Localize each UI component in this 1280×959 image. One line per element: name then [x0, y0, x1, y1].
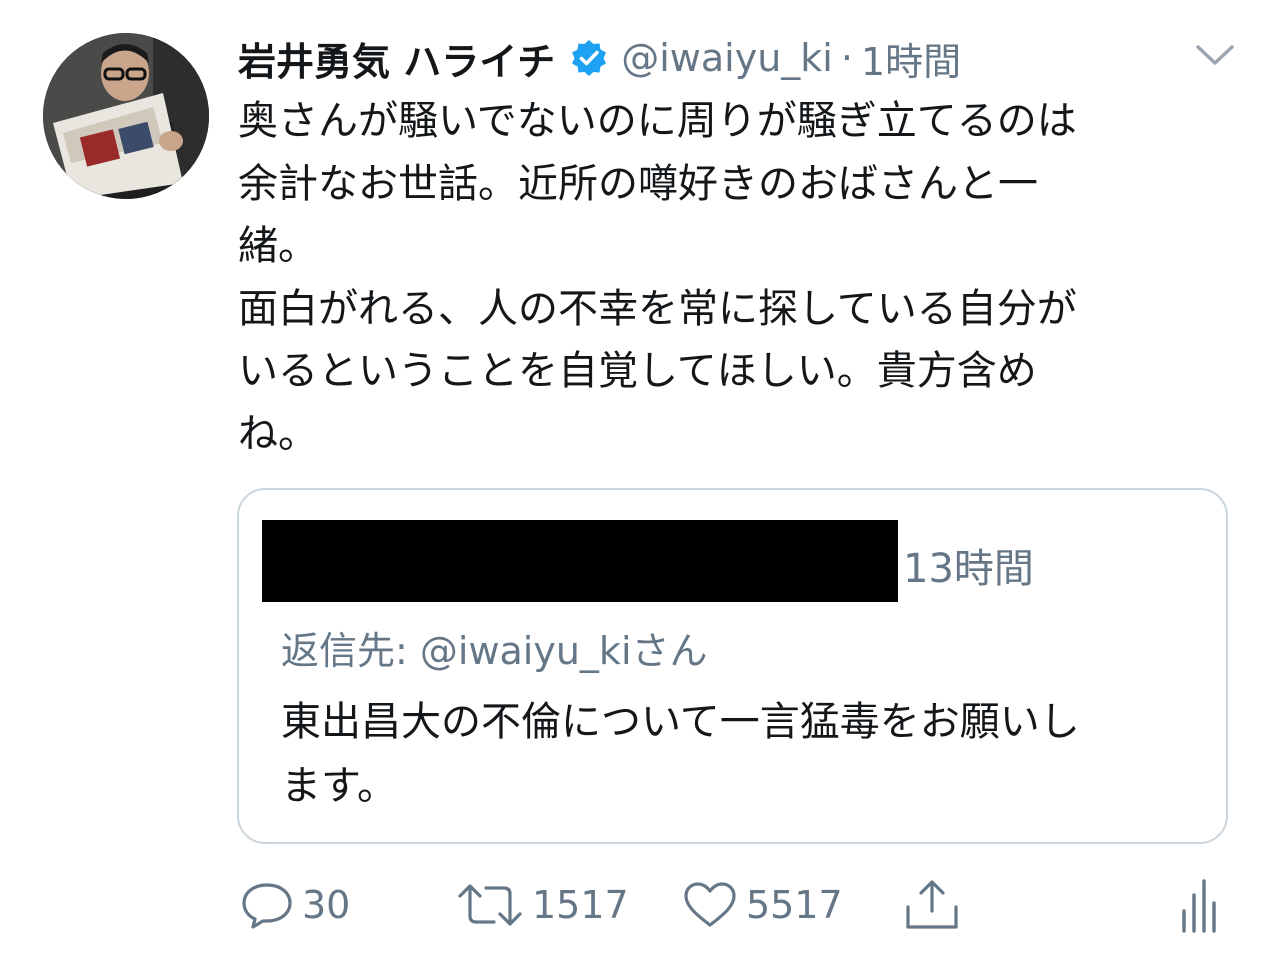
- reply-button[interactable]: 30: [240, 870, 350, 940]
- retweet-count: 1517: [532, 883, 629, 927]
- quoted-tweet-timestamp: 13時間: [903, 546, 1034, 592]
- chevron-down-icon[interactable]: [1194, 40, 1236, 70]
- like-button[interactable]: 5517: [682, 870, 843, 940]
- like-count: 5517: [746, 883, 843, 927]
- analytics-icon: [1182, 879, 1216, 933]
- quoted-reply-to: 返信先: @iwaiyu_kiさん: [281, 629, 708, 673]
- share-icon: [906, 880, 958, 929]
- share-button[interactable]: [902, 870, 962, 940]
- verified-badge-icon: [569, 38, 609, 78]
- tweet-timestamp[interactable]: 1時間: [861, 31, 961, 86]
- analytics-button[interactable]: [1178, 870, 1218, 940]
- display-name[interactable]: 岩井勇気 ハライチ: [238, 31, 555, 86]
- reply-icon: [242, 883, 292, 929]
- header-separator: ·: [840, 36, 853, 80]
- tweet-actions: 30 1517 5517: [238, 870, 1228, 940]
- author-handle[interactable]: @iwaiyu_ki: [621, 36, 833, 80]
- retweet-icon: [458, 884, 522, 926]
- tweet-text: 奥さんが騒いでないのに周りが騒ぎ立てるのは 余計なお世話。近所の噂好きのおばさん…: [238, 98, 1077, 457]
- quoted-tweet[interactable]: 13時間 返信先: @iwaiyu_kiさん 東出昌大の不倫について一言猛毒をお…: [237, 488, 1228, 844]
- retweet-button[interactable]: 1517: [456, 870, 629, 940]
- redacted-author-bar: [262, 520, 898, 602]
- avatar[interactable]: [43, 33, 209, 199]
- avatar-photo: [43, 33, 209, 199]
- quoted-tweet-text: 東出昌大の不倫について一言猛毒をお願いし ます。: [281, 699, 1080, 809]
- heart-icon: [684, 882, 736, 927]
- tweet-header: 岩井勇気 ハライチ @iwaiyu_ki · 1時間: [238, 30, 961, 86]
- reply-count: 30: [302, 883, 351, 927]
